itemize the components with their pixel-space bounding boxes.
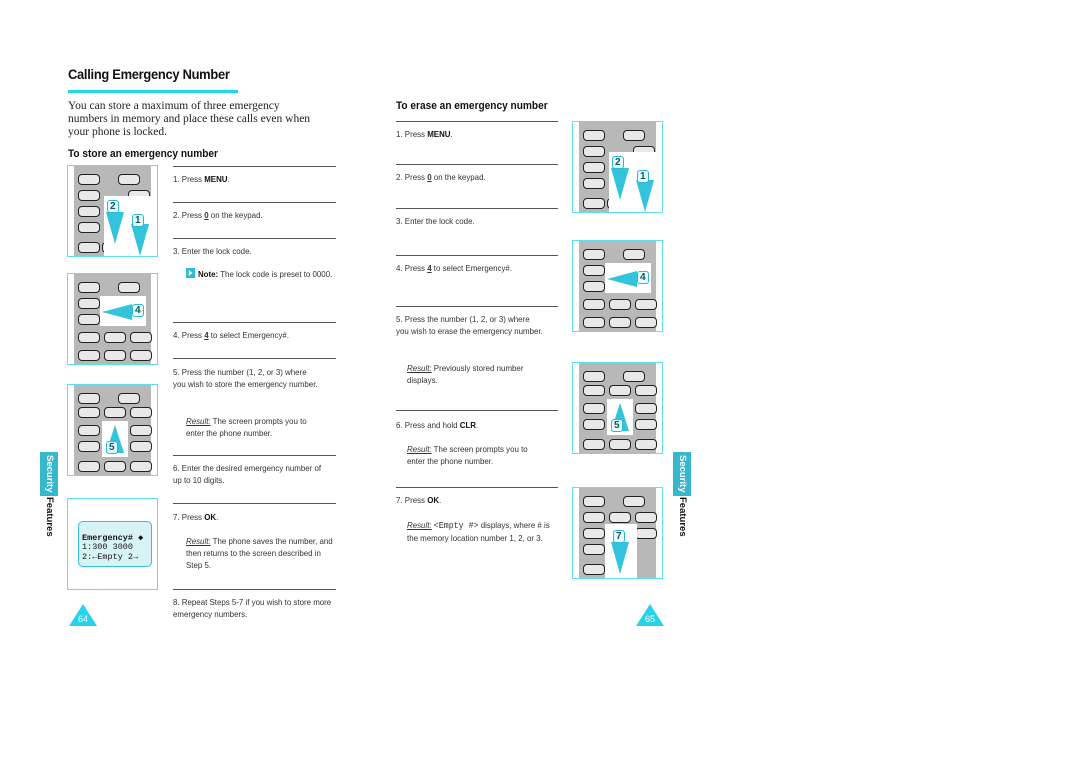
erase-step-4: 4. Press 4 to select Emergency#. <box>396 263 513 273</box>
store-heading: To store an emergency number <box>68 148 218 160</box>
callout-2: 2 <box>612 156 624 169</box>
phone-illustration-menu: 2 1 <box>572 121 663 213</box>
divider <box>173 202 336 203</box>
erase-heading: To erase an emergency number <box>396 100 548 112</box>
callout-7: 7 <box>613 530 625 543</box>
callout-4: 4 <box>637 271 649 284</box>
erase-step-7: 7. Press OK. <box>396 495 442 505</box>
erase-result-5: Result: Previously stored number display… <box>407 363 524 385</box>
store-step-5: 5. Press the number (1, 2, or 3) where y… <box>173 367 318 389</box>
divider <box>173 322 336 323</box>
phone-illustration-five: 5 <box>67 384 158 476</box>
arrow-left-icon <box>607 271 637 287</box>
store-step-6: 6. Enter the desired emergency number of… <box>173 463 322 485</box>
divider <box>396 410 558 411</box>
divider <box>396 255 558 256</box>
page-title: Calling Emergency Number <box>68 66 230 82</box>
side-tab-security: Security <box>40 452 58 496</box>
erase-step-2: 2. Press 0 on the keypad. <box>396 172 486 182</box>
arrow-down-icon <box>636 180 654 212</box>
divider <box>173 589 336 590</box>
store-step-1: 1. Press MENU. <box>173 174 230 184</box>
divider <box>173 238 336 239</box>
erase-result-7: Result: <Empty #> displays, where # is t… <box>407 520 550 543</box>
divider <box>173 166 336 167</box>
erase-step-3: 3. Enter the lock code. <box>396 216 475 226</box>
divider <box>396 306 558 307</box>
store-step-7: 7. Press OK. <box>173 512 219 522</box>
erase-step-5: 5. Press the number (1, 2, or 3) where y… <box>396 314 543 336</box>
store-note: Note: The lock code is preset to 0000. <box>186 268 333 280</box>
divider <box>173 503 336 504</box>
divider <box>396 208 558 209</box>
callout-5: 5 <box>106 441 118 454</box>
store-result-5: Result: The screen prompts you to enter … <box>186 416 307 438</box>
phone-illustration-ok: 7 <box>572 487 663 579</box>
store-step-2: 2. Press 0 on the keypad. <box>173 210 263 220</box>
side-tab-security: Security <box>673 452 691 496</box>
erase-step-1: 1. Press MENU. <box>396 129 453 139</box>
store-result-7: Result: The phone saves the number, and … <box>186 536 333 570</box>
page-number: 64 <box>77 614 88 624</box>
note-arrow-icon <box>186 268 196 278</box>
side-tab-features: Features <box>677 497 688 537</box>
divider <box>396 121 558 122</box>
lcd-screen: Emergency# ◆ 1:300 3000 2:←Empty 2→ <box>78 521 152 567</box>
phone-illustration-four: 4 <box>67 273 158 365</box>
page-number: 65 <box>644 614 655 624</box>
store-step-3: 3. Enter the lock code. <box>173 246 252 256</box>
callout-1: 1 <box>637 170 649 183</box>
arrow-left-icon <box>102 304 132 320</box>
phone-illustration-five: 5 <box>572 362 663 454</box>
side-tab-features: Features <box>44 497 55 537</box>
callout-5: 5 <box>611 419 623 432</box>
divider <box>396 164 558 165</box>
phone-illustration-menu: 2 1 <box>67 165 158 257</box>
arrow-down-icon <box>611 542 629 574</box>
arrow-down-icon <box>611 168 629 200</box>
store-step-8: 8. Repeat Steps 5-7 if you wish to store… <box>173 597 332 619</box>
callout-4: 4 <box>132 304 144 317</box>
divider <box>173 455 336 456</box>
arrow-down-icon <box>131 224 149 256</box>
erase-step-6: 6. Press and hold CLR. <box>396 420 479 430</box>
intro-paragraph: You can store a maximum of three emergen… <box>68 100 311 138</box>
arrow-down-icon <box>106 212 124 244</box>
phone-illustration-four: 4 <box>572 240 663 332</box>
callout-1: 1 <box>132 214 144 227</box>
divider <box>173 358 336 359</box>
store-step-4: 4. Press 4 to select Emergency#. <box>173 330 290 340</box>
erase-result-6: Result: The screen prompts you to enter … <box>407 444 528 466</box>
phone-display-emergency: Emergency# ◆ 1:300 3000 2:←Empty 2→ <box>67 498 158 590</box>
divider <box>396 487 558 488</box>
title-underline <box>68 90 238 93</box>
callout-2: 2 <box>107 200 119 213</box>
